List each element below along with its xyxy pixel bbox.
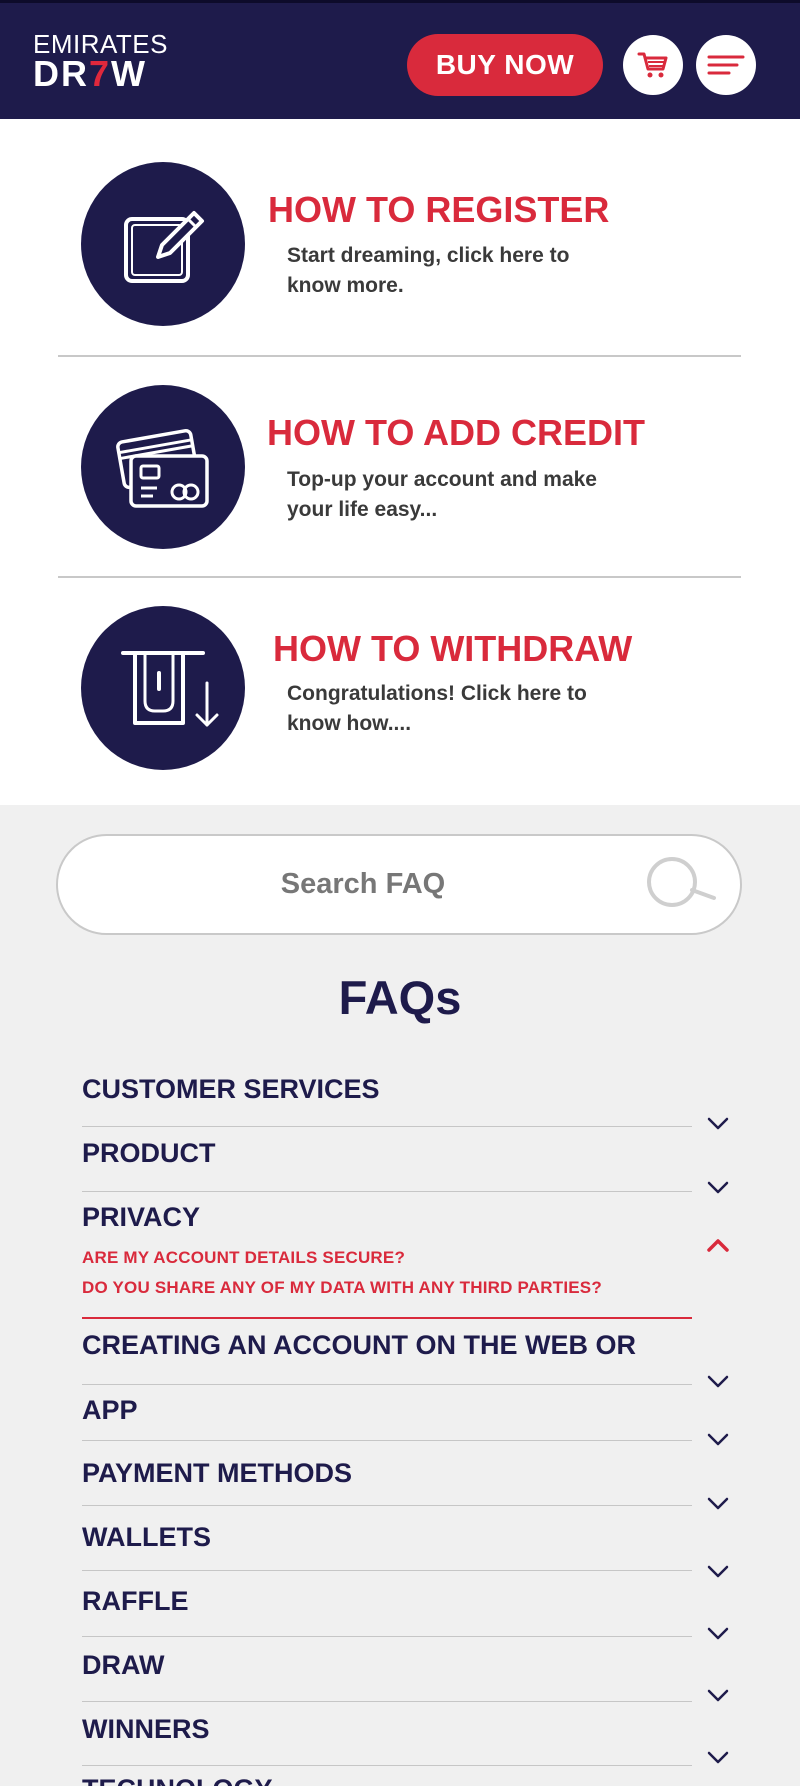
faq-category-draw[interactable]: DRAW bbox=[82, 1650, 692, 1681]
chevron-down-icon[interactable] bbox=[706, 1626, 730, 1642]
credit-icon-circle bbox=[81, 385, 245, 549]
faq-divider bbox=[82, 1384, 692, 1385]
how-to-add-credit-card[interactable]: HOW TO ADD CREDIT Top-up your account an… bbox=[0, 341, 800, 563]
faq-divider bbox=[82, 1191, 692, 1192]
faq-category-technology[interactable]: TECHNOLOGY bbox=[82, 1774, 692, 1786]
chevron-down-icon[interactable] bbox=[706, 1180, 730, 1196]
faq-category-product[interactable]: PRODUCT bbox=[82, 1138, 692, 1169]
how-to-withdraw-desc: Congratulations! Click here to know how.… bbox=[287, 682, 587, 735]
chevron-down-icon[interactable] bbox=[706, 1564, 730, 1580]
faq-heading: FAQs bbox=[338, 971, 462, 1024]
how-to-register-card[interactable]: HOW TO REGISTER Start dreaming, click he… bbox=[0, 119, 800, 341]
cart-button[interactable] bbox=[623, 35, 683, 95]
chevron-down-icon[interactable] bbox=[706, 1496, 730, 1512]
search-input[interactable] bbox=[98, 836, 628, 933]
faq-category-wallets[interactable]: WALLETS bbox=[82, 1522, 692, 1553]
faq-category-winners[interactable]: WINNERS bbox=[82, 1714, 692, 1745]
faq-category-payment-methods[interactable]: PAYMENT METHODS bbox=[82, 1458, 692, 1489]
logo-line-2: DR7W bbox=[33, 53, 148, 94]
faq-divider bbox=[82, 1440, 692, 1441]
buy-now-button[interactable]: BUY NOW bbox=[407, 34, 603, 96]
chevron-down-icon[interactable] bbox=[706, 1750, 730, 1766]
faq-question-link[interactable]: ARE MY ACCOUNT DETAILS SECURE? bbox=[82, 1248, 405, 1268]
chevron-down-icon[interactable] bbox=[706, 1688, 730, 1704]
faq-category-creating-account[interactable]: CREATING AN ACCOUNT ON THE WEB OR bbox=[82, 1330, 692, 1361]
menu-button[interactable] bbox=[696, 35, 756, 95]
atm-withdraw-icon bbox=[121, 651, 219, 727]
faq-category-app[interactable]: APP bbox=[82, 1395, 692, 1426]
faq-question-link[interactable]: DO YOU SHARE ANY OF MY DATA WITH ANY THI… bbox=[82, 1278, 602, 1298]
faq-divider bbox=[82, 1126, 692, 1127]
faq-divider bbox=[82, 1570, 692, 1571]
credit-cards-icon bbox=[116, 429, 209, 508]
faq-divider-active bbox=[82, 1317, 692, 1319]
search-icon[interactable] bbox=[642, 854, 722, 914]
faq-category-privacy[interactable]: PRIVACY bbox=[82, 1202, 692, 1233]
withdraw-icon-circle bbox=[81, 606, 245, 770]
site-header: EMIRATES DR7W BUY NOW bbox=[0, 0, 800, 119]
register-icon-circle bbox=[81, 162, 245, 326]
faq-divider bbox=[82, 1636, 692, 1637]
chevron-up-icon[interactable] bbox=[706, 1237, 730, 1253]
chevron-down-icon[interactable] bbox=[706, 1374, 730, 1390]
how-to-add-credit-title: HOW TO ADD CREDIT bbox=[267, 412, 645, 453]
how-to-section: HOW TO REGISTER Start dreaming, click he… bbox=[0, 119, 800, 805]
faq-category-raffle[interactable]: RAFFLE bbox=[82, 1586, 692, 1617]
faq-divider bbox=[82, 1701, 692, 1702]
how-to-register-desc: Start dreaming, click here to know more. bbox=[287, 244, 570, 297]
edit-icon bbox=[124, 211, 204, 283]
emirates-draw-logo[interactable]: EMIRATES DR7W bbox=[33, 31, 168, 94]
faq-search-box[interactable] bbox=[56, 834, 742, 935]
chevron-down-icon[interactable] bbox=[706, 1432, 730, 1448]
how-to-withdraw-card[interactable]: HOW TO WITHDRAW Congratulations! Click h… bbox=[0, 563, 800, 785]
chevron-down-icon[interactable] bbox=[706, 1116, 730, 1132]
how-to-register-title: HOW TO REGISTER bbox=[268, 189, 610, 230]
menu-icon bbox=[707, 55, 745, 75]
how-to-add-credit-desc: Top-up your account and make your life e… bbox=[287, 468, 597, 521]
how-to-withdraw-title: HOW TO WITHDRAW bbox=[273, 628, 633, 669]
faq-divider bbox=[82, 1505, 692, 1506]
faq-category-customer-services[interactable]: CUSTOMER SERVICES bbox=[82, 1074, 692, 1105]
cart-icon bbox=[637, 52, 668, 78]
status-bar-strip bbox=[0, 0, 800, 3]
faq-divider bbox=[82, 1765, 692, 1766]
